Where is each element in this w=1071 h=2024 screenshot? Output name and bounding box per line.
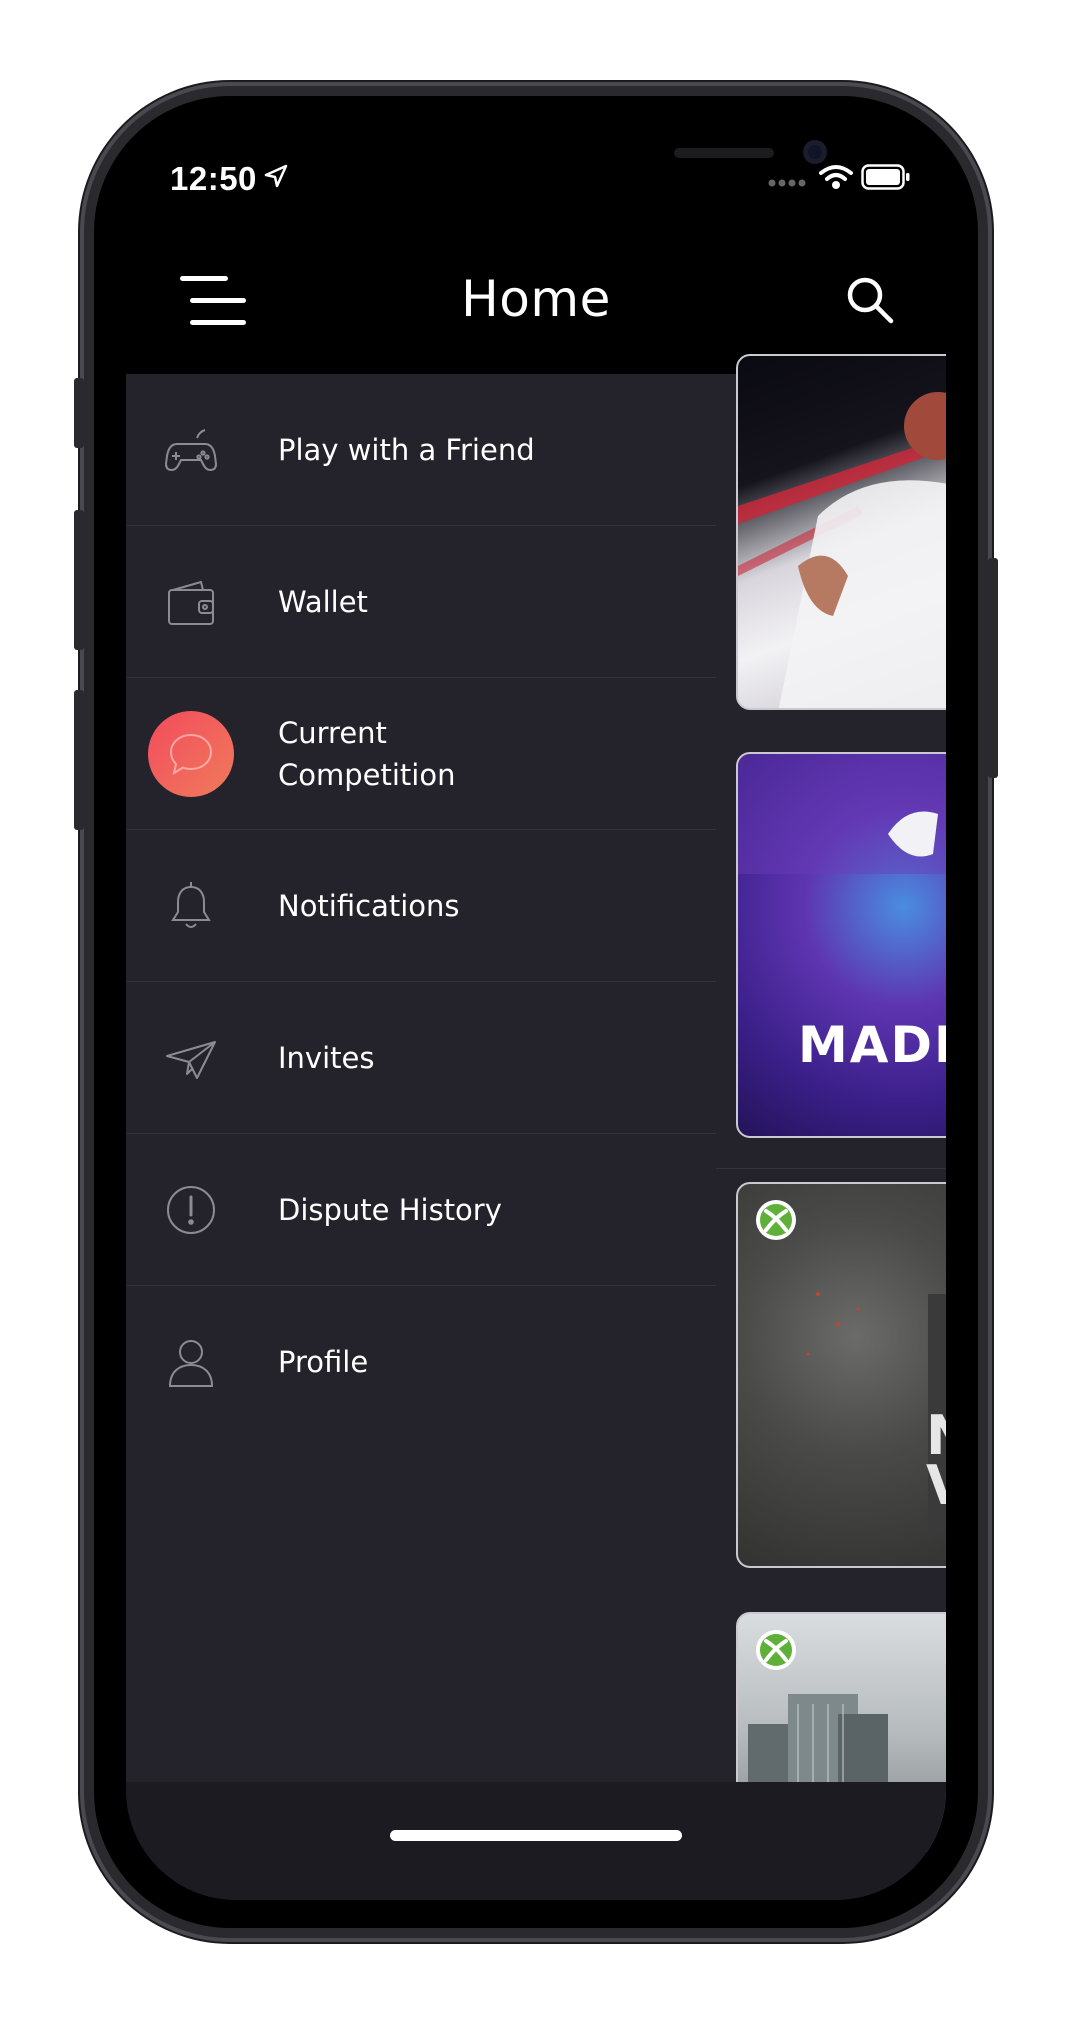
bottom-safe-area (126, 1782, 946, 1900)
drawer-item-play-with-a-friend[interactable]: Play with a Friend (126, 374, 716, 526)
front-camera (803, 140, 827, 164)
drawer-item-wallet[interactable]: Wallet (126, 526, 716, 678)
drawer-item-label: Play with a Friend (278, 433, 535, 467)
wallet-icon (148, 559, 234, 645)
xbox-icon (756, 1630, 796, 1670)
drawer-item-label: Wallet (278, 585, 368, 619)
silent-switch (74, 378, 84, 448)
drawer-item-dispute-history[interactable]: Dispute History (126, 1134, 716, 1286)
cellular-signal-icon (768, 179, 806, 187)
alert-circle-icon (148, 1167, 234, 1253)
drawer-item-profile[interactable]: Profile (126, 1286, 716, 1438)
search-icon[interactable] (844, 274, 896, 326)
drawer-item-current-competition[interactable]: Current Competition (126, 678, 716, 830)
drawer-item-invites[interactable]: Invites (126, 982, 716, 1134)
game-art-fifa (738, 392, 946, 708)
location-arrow-icon (264, 164, 288, 188)
drawer-item-label: Dispute History (278, 1193, 502, 1227)
home-content-peek: MADD N V (716, 354, 946, 1852)
game-art-madden (738, 754, 946, 874)
volume-up-button (74, 510, 84, 650)
paper-plane-icon (148, 1015, 234, 1101)
game-card[interactable]: MADD (736, 752, 946, 1138)
content-divider (716, 1168, 946, 1169)
app-header: Home (126, 234, 946, 374)
status-time: 12:50 (170, 160, 257, 197)
gamepad-icon (148, 407, 234, 493)
bell-icon (148, 863, 234, 949)
user-icon (148, 1319, 234, 1405)
page-title: Home (461, 270, 611, 328)
power-button (988, 558, 998, 778)
drawer-item-label: Invites (278, 1041, 375, 1075)
chat-bubble-icon (148, 711, 234, 797)
notch (316, 124, 827, 194)
status-bar: 12:50 (126, 124, 946, 234)
home-indicator[interactable] (390, 1830, 682, 1841)
game-art-warzone: N V (806, 1292, 946, 1534)
game-card[interactable]: N V (736, 1182, 946, 1568)
game-card[interactable] (736, 354, 946, 710)
battery-icon (861, 164, 910, 190)
side-drawer: Play with a Friend Wallet Current Compet… (126, 374, 716, 1782)
drawer-item-label: Notifications (278, 889, 460, 923)
drawer-item-label: Current Competition (278, 716, 456, 792)
screen: 12:50 Home Play with a Friend Wallet Cur… (126, 124, 946, 1900)
svg-text:V: V (926, 1454, 946, 1517)
drawer-item-label: Profile (278, 1345, 369, 1379)
wifi-icon (819, 165, 853, 189)
card-title-text: MADD (798, 1016, 946, 1074)
drawer-item-notifications[interactable]: Notifications (126, 830, 716, 982)
earpiece-speaker (674, 148, 774, 158)
volume-down-button (74, 690, 84, 830)
xbox-icon (756, 1200, 796, 1240)
